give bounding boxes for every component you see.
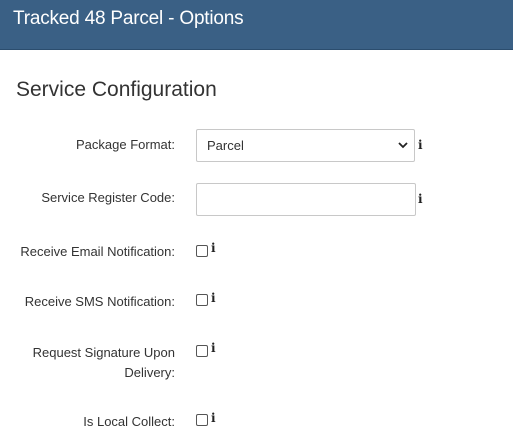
package-format-value: Parcel xyxy=(207,138,244,153)
package-format-label: Package Format: xyxy=(76,137,175,152)
window-title: Tracked 48 Parcel - Options xyxy=(13,8,244,29)
service-register-code-label: Service Register Code: xyxy=(41,190,175,205)
signature-label-line2: Delivery: xyxy=(124,365,175,380)
sms-notification-checkbox[interactable] xyxy=(196,294,208,306)
package-format-select[interactable]: Parcel xyxy=(196,129,415,162)
info-icon[interactable]: i xyxy=(211,342,216,354)
email-notification-label: Receive Email Notification: xyxy=(20,244,175,259)
service-register-code-input[interactable] xyxy=(196,183,416,216)
sms-notification-label: Receive SMS Notification: xyxy=(24,294,175,309)
info-icon[interactable]: i xyxy=(418,139,423,151)
email-notification-checkbox[interactable] xyxy=(196,245,208,257)
info-icon[interactable]: i xyxy=(418,193,423,205)
section-title: Service Configuration xyxy=(16,78,217,101)
info-icon[interactable]: i xyxy=(211,292,216,304)
title-bar: Tracked 48 Parcel - Options xyxy=(0,0,513,50)
info-icon[interactable]: i xyxy=(211,412,216,424)
local-collect-checkbox[interactable] xyxy=(196,414,208,426)
chevron-down-icon xyxy=(398,142,408,149)
local-collect-label: Is Local Collect: xyxy=(83,414,175,429)
signature-label-line1: Request Signature Upon xyxy=(32,345,175,360)
signature-checkbox[interactable] xyxy=(196,345,208,357)
info-icon[interactable]: i xyxy=(211,242,216,254)
